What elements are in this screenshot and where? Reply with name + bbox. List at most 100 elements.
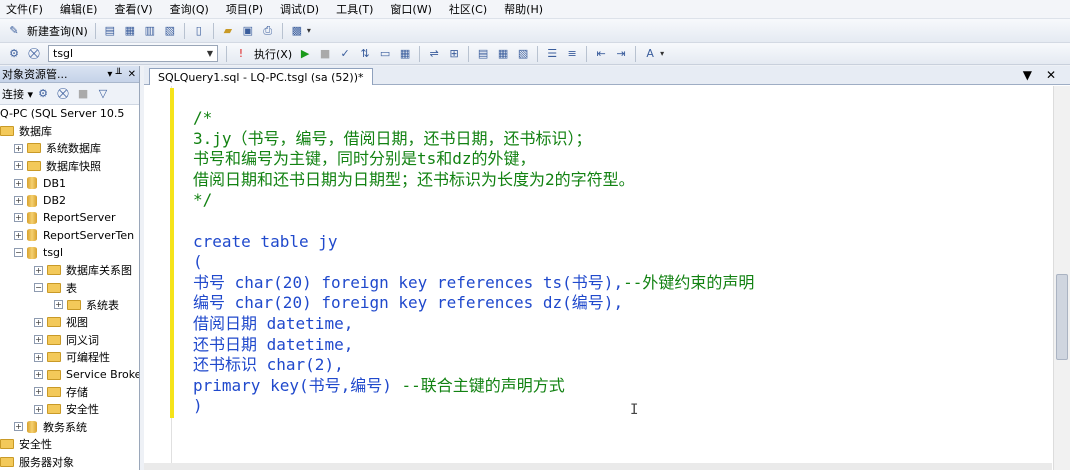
- tree-node[interactable]: Q-PC (SQL Server 10.5: [0, 105, 124, 122]
- expand-icon[interactable]: +: [34, 370, 43, 379]
- code-text-area[interactable]: /* 3.jy（书号，编号，借阅日期，还书日期，还书标识）； 书号和编号为主键，同时…: [193, 108, 754, 417]
- code-token: datetime: [266, 313, 344, 333]
- results-text-icon[interactable]: ▤: [474, 45, 492, 63]
- close-icon[interactable]: ✕: [128, 69, 136, 80]
- results-grid-icon[interactable]: ▦: [494, 45, 512, 63]
- tab-dropdown-icon[interactable]: ▼: [1023, 68, 1032, 82]
- stop-icon[interactable]: ■: [316, 45, 334, 63]
- tree-node[interactable]: + ReportServerTen: [0, 227, 134, 244]
- horizontal-scrollbar[interactable]: [144, 463, 1052, 470]
- tree-node[interactable]: + 安全性: [0, 401, 99, 418]
- tree-node[interactable]: + 数据库关系图: [0, 262, 132, 279]
- database-select[interactable]: tsgl ▼: [48, 45, 218, 62]
- expand-icon[interactable]: +: [34, 387, 43, 397]
- expand-icon[interactable]: +: [14, 143, 23, 153]
- toolbar-overflow-icon[interactable]: ▾: [307, 26, 311, 35]
- tree-node[interactable]: − 表: [0, 279, 77, 296]
- folder-icon: [27, 143, 41, 154]
- query-type2-icon[interactable]: ▥: [141, 22, 159, 40]
- pin-icon[interactable]: ▾ ╨: [107, 69, 121, 80]
- tree-node[interactable]: + 教务系统: [0, 418, 87, 435]
- results-to-grid-icon[interactable]: ▦: [396, 45, 414, 63]
- expand-icon[interactable]: +: [34, 352, 43, 362]
- activity-monitor-icon[interactable]: ▩: [288, 22, 306, 40]
- new-file-icon[interactable]: ▤: [101, 22, 119, 40]
- client-stats-icon[interactable]: ⊞: [445, 45, 463, 63]
- expand-icon[interactable]: +: [34, 265, 43, 275]
- expand-icon[interactable]: +: [34, 404, 43, 414]
- expand-icon[interactable]: +: [14, 161, 23, 171]
- collapse-icon[interactable]: −: [34, 283, 43, 292]
- expand-icon[interactable]: +: [14, 422, 23, 432]
- menu-item-1[interactable]: 编辑(E): [60, 1, 98, 17]
- expand-icon[interactable]: +: [34, 335, 43, 345]
- tree-node[interactable]: + ReportServer: [0, 209, 116, 226]
- connect-icon[interactable]: ⚙: [5, 45, 23, 63]
- query-type-icon[interactable]: ▦: [121, 22, 139, 40]
- execute-button[interactable]: 执行(X): [254, 46, 292, 62]
- query-designer-icon[interactable]: ▭: [376, 45, 394, 63]
- results-file-icon[interactable]: ▧: [514, 45, 532, 63]
- tree-node[interactable]: 数据库: [0, 122, 52, 139]
- expand-icon[interactable]: +: [34, 317, 43, 327]
- scrollbar-thumb[interactable]: [1056, 274, 1068, 360]
- expand-icon[interactable]: +: [14, 196, 23, 205]
- tree-node[interactable]: + DB1: [0, 175, 66, 192]
- close-tab-icon[interactable]: ✕: [1046, 68, 1056, 82]
- uncomment-icon[interactable]: ≡: [563, 45, 581, 63]
- filter-icon[interactable]: ▽: [94, 85, 112, 103]
- tree-node[interactable]: + DB2: [0, 192, 66, 209]
- save-icon[interactable]: ▣: [239, 22, 257, 40]
- menu-item-4[interactable]: 项目(P): [226, 1, 263, 17]
- connect-server-icon[interactable]: ⚙: [34, 85, 52, 103]
- menu-item-2[interactable]: 查看(V): [114, 1, 152, 17]
- parse-icon[interactable]: ✓: [336, 45, 354, 63]
- open-folder-icon[interactable]: ▰: [219, 22, 237, 40]
- menu-item-8[interactable]: 社区(C): [449, 1, 487, 17]
- include-plan-icon[interactable]: ⇌: [425, 45, 443, 63]
- tree-node[interactable]: + 视图: [0, 314, 88, 331]
- expand-icon[interactable]: +: [14, 213, 23, 223]
- menu-item-6[interactable]: 工具(T): [336, 1, 373, 17]
- tree-node[interactable]: + 数据库快照: [0, 157, 101, 174]
- tree-node[interactable]: + 存储: [0, 383, 88, 400]
- new-query-icon[interactable]: ✎: [5, 22, 23, 40]
- menu-item-7[interactable]: 窗口(W): [390, 1, 431, 17]
- increase-indent-icon[interactable]: ⇥: [612, 45, 630, 63]
- execute-icon[interactable]: !: [232, 45, 250, 63]
- specify-values-icon[interactable]: A: [641, 45, 659, 63]
- query-type3-icon[interactable]: ▧: [161, 22, 179, 40]
- menu-item-9[interactable]: 帮助(H): [504, 1, 543, 17]
- tree-node[interactable]: − tsgl: [0, 244, 63, 261]
- expand-icon[interactable]: +: [14, 230, 23, 240]
- print-icon[interactable]: ⎙: [259, 22, 277, 40]
- expand-icon[interactable]: +: [14, 178, 23, 188]
- connect-dropdown[interactable]: 连接 ▾: [2, 86, 33, 102]
- collapse-icon[interactable]: −: [14, 248, 23, 258]
- vertical-scrollbar[interactable]: [1053, 86, 1070, 470]
- tree-node[interactable]: + 可编程性: [0, 349, 110, 366]
- disconnect-icon[interactable]: ⛒: [25, 45, 43, 63]
- document-icon[interactable]: ▯: [190, 22, 208, 40]
- disconnect-server-icon[interactable]: ⛒: [54, 85, 72, 103]
- debug-icon[interactable]: ▶: [296, 45, 314, 63]
- tree-node[interactable]: + 系统数据库: [0, 140, 101, 157]
- menu-item-5[interactable]: 调试(D): [280, 1, 319, 17]
- stop-icon[interactable]: ■: [74, 85, 92, 103]
- tree-node[interactable]: + Service Broke: [0, 366, 139, 383]
- tree-node[interactable]: + 同义词: [0, 331, 99, 348]
- tree-node[interactable]: + 系统表: [0, 296, 119, 313]
- expand-icon[interactable]: +: [54, 300, 63, 310]
- tab-sqlquery1[interactable]: SQLQuery1.sql - LQ-PC.tsgl (sa (52))*: [149, 68, 373, 85]
- tree-node[interactable]: 服务器对象: [0, 453, 74, 470]
- code-line: 编号 char(20) foreign key references dz(编号…: [193, 293, 754, 314]
- menu-item-3[interactable]: 查询(Q): [170, 1, 209, 17]
- tree-node[interactable]: 安全性: [0, 436, 52, 453]
- estimated-plan-icon[interactable]: ⇅: [356, 45, 374, 63]
- menu-item-0[interactable]: 文件(F): [6, 1, 43, 17]
- decrease-indent-icon[interactable]: ⇤: [592, 45, 610, 63]
- comment-icon[interactable]: ☰: [543, 45, 561, 63]
- new-query-button[interactable]: 新建查询(N): [27, 23, 88, 39]
- code-line: 借阅日期 datetime,: [193, 314, 754, 335]
- toolbar-overflow-icon[interactable]: ▾: [660, 49, 664, 58]
